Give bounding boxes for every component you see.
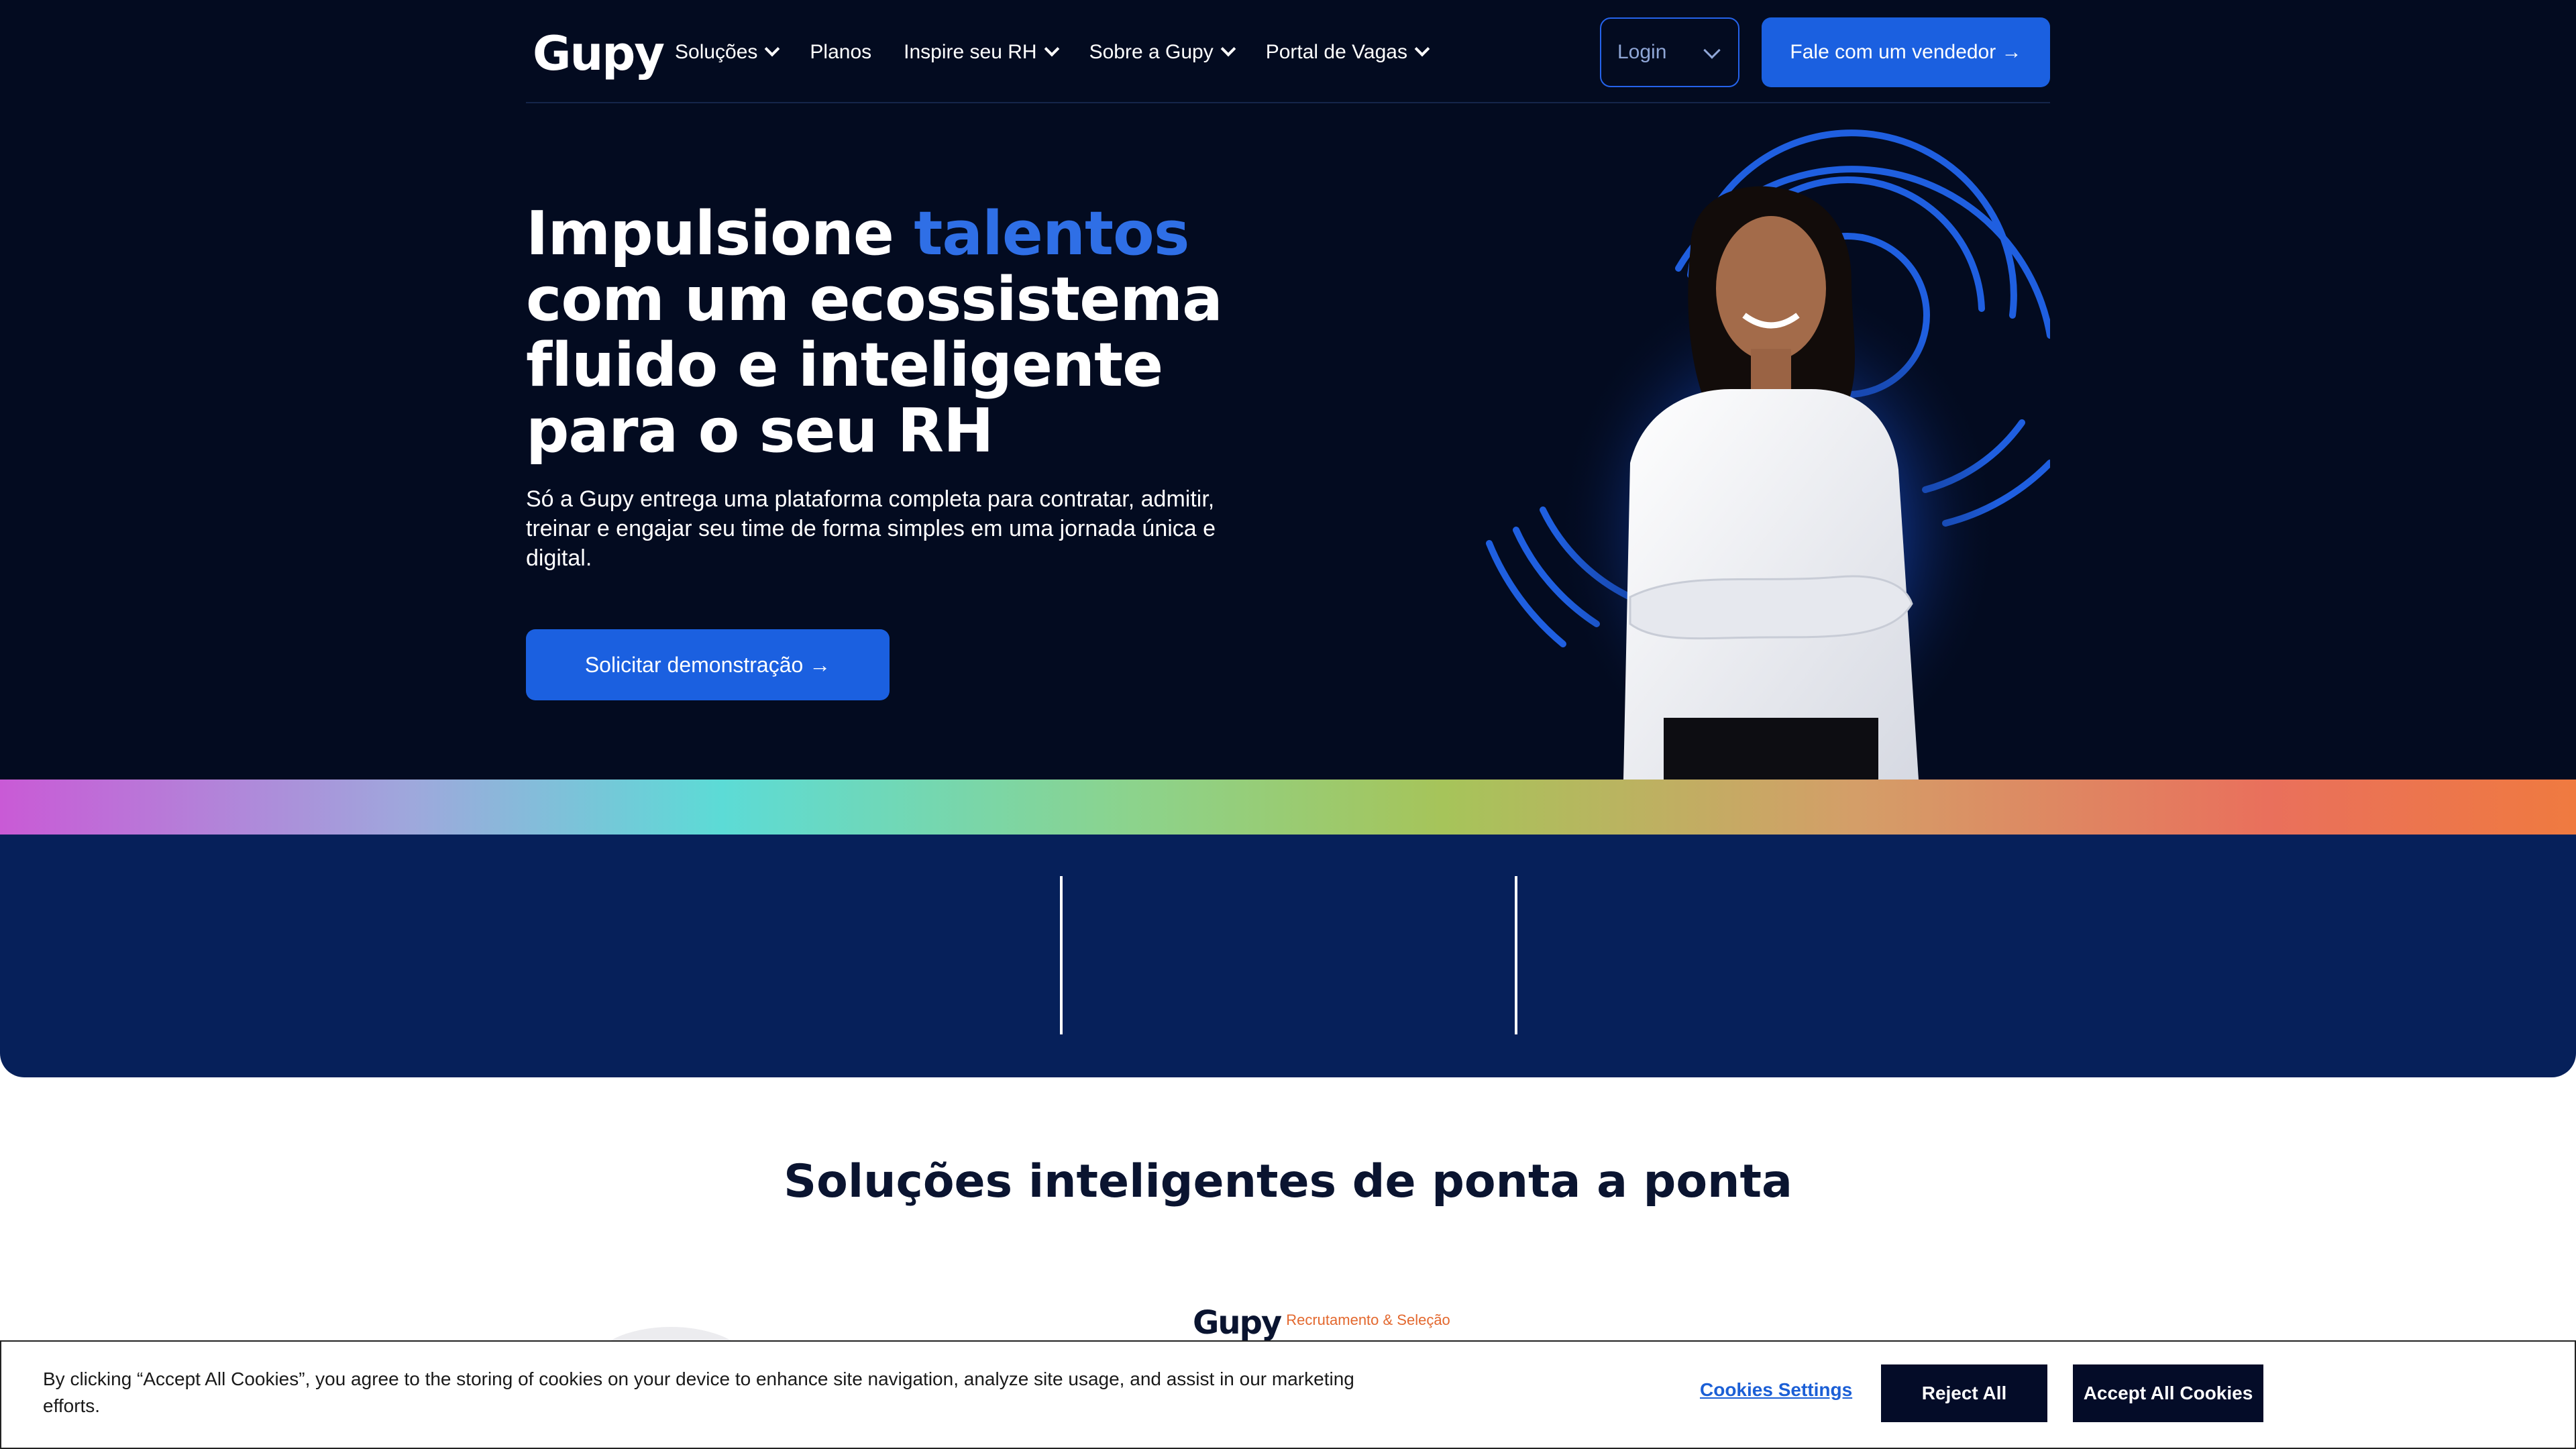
top-navigation: Gupy Soluções Planos Inspire seu RH Sobr… xyxy=(526,17,2050,87)
solutions-heading: Soluções inteligentes de ponta a ponta xyxy=(784,1155,1792,1208)
hero-image xyxy=(1462,114,2053,780)
nav-item-sobre-a-gupy[interactable]: Sobre a Gupy xyxy=(1089,41,1236,64)
cookie-settings-link[interactable]: Cookies Settings xyxy=(1700,1379,1852,1401)
stats-section xyxy=(0,835,2576,1077)
chevron-down-icon xyxy=(1703,42,1721,59)
page: Gupy Soluções Planos Inspire seu RH Sobr… xyxy=(0,0,2576,1449)
nav-item-solucoes[interactable]: Soluções xyxy=(675,41,780,64)
gradient-divider xyxy=(0,780,2576,835)
chevron-down-icon xyxy=(1220,41,1236,57)
contact-sales-button[interactable]: Fale com um vendedor → xyxy=(1762,17,2050,87)
nav-item-label: Soluções xyxy=(675,41,758,63)
nav-item-label: Sobre a Gupy xyxy=(1089,41,1214,63)
product-label: Recrutamento & Seleção xyxy=(1286,1311,1450,1328)
stat-divider xyxy=(1515,876,1517,1034)
login-label: Login xyxy=(1617,41,1667,63)
cookie-message: By clicking “Accept All Cookies”, you ag… xyxy=(43,1368,1354,1416)
nav-links: Soluções Planos Inspire seu RH Sobre a G… xyxy=(675,17,1460,87)
hero-illustration xyxy=(1486,129,2053,780)
headline-accent: talentos xyxy=(914,199,1189,269)
chevron-down-icon xyxy=(1414,41,1430,57)
nav-item-portal-de-vagas[interactable]: Portal de Vagas xyxy=(1265,41,1430,64)
product-logo[interactable]: Gupy Recrutamento & Seleção xyxy=(1193,1304,1450,1344)
nav-divider xyxy=(526,102,2050,103)
headline-rest: com um ecossistema fluido e inteligente … xyxy=(526,264,1223,466)
nav-item-label: Inspire seu RH xyxy=(904,41,1037,63)
login-dropdown[interactable]: Login xyxy=(1600,17,1739,87)
chevron-down-icon xyxy=(765,41,780,57)
stat-divider xyxy=(1060,876,1063,1034)
hero-subtitle: Só a Gupy entrega uma plataforma complet… xyxy=(526,486,1216,571)
product-logo-text: Gupy xyxy=(1193,1304,1282,1342)
hero-section: Gupy Soluções Planos Inspire seu RH Sobr… xyxy=(0,0,2576,780)
chevron-down-icon xyxy=(1044,41,1059,57)
gupy-logo[interactable]: Gupy xyxy=(533,26,665,81)
reject-all-button[interactable]: Reject All xyxy=(1881,1364,2047,1422)
nav-item-inspire-seu-rh[interactable]: Inspire seu RH xyxy=(904,41,1059,64)
hero-headline: Impulsione talentos com um ecossistema f… xyxy=(526,201,1297,464)
request-demo-button[interactable]: Solicitar demonstração → xyxy=(526,629,890,700)
accept-all-cookies-button[interactable]: Accept All Cookies xyxy=(2073,1364,2263,1422)
nav-item-label: Planos xyxy=(810,41,872,63)
nav-item-label: Portal de Vagas xyxy=(1265,41,1407,63)
headline-lead: Impulsione xyxy=(526,199,914,269)
cookie-banner: By clicking “Accept All Cookies”, you ag… xyxy=(0,1340,2576,1449)
nav-item-planos[interactable]: Planos xyxy=(810,41,871,64)
